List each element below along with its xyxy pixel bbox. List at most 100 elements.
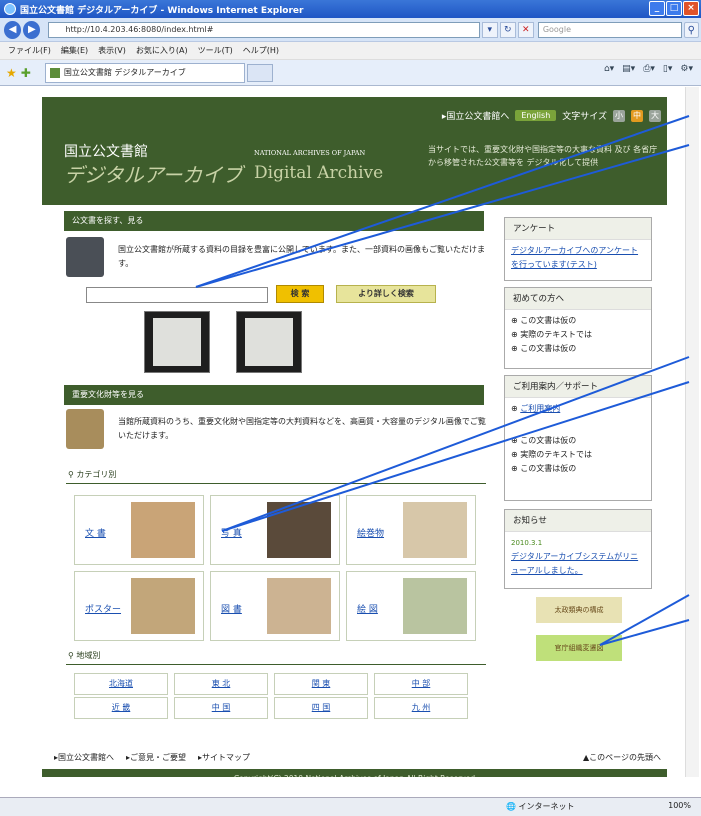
survey-link[interactable]: デジタルアーカイブへのアンケートを行っています(テスト) (511, 246, 638, 269)
survey-title: アンケート (505, 218, 651, 240)
search-section-title: 公文書を探す、見る (64, 211, 484, 231)
news-box: お知らせ 2010.3.1 デジタルアーカイブシステムがリニューアルしました。 (504, 509, 652, 589)
thumbnail-1[interactable] (144, 311, 210, 373)
region-kanto[interactable]: 関 東 (274, 673, 368, 695)
menu-help[interactable]: ヘルプ(H) (243, 45, 279, 56)
refresh-icon[interactable]: ↻ (499, 21, 516, 38)
web-page: ▸国立公文書館へ English 文字サイズ 小 中 大 国立公文書館 デジタル… (42, 97, 667, 777)
menu-favorites[interactable]: お気に入り(A) (136, 45, 188, 56)
category-label[interactable]: 絵 図 (357, 602, 378, 615)
vertical-scrollbar[interactable] (685, 87, 699, 777)
news-date: 2010.3.1 (511, 539, 543, 547)
guide-link[interactable]: ご利用案内 (520, 404, 560, 413)
maximize-button[interactable]: □ (666, 1, 682, 16)
category-books[interactable]: 図 書 (210, 571, 340, 641)
category-image (131, 502, 195, 558)
category-scrolls[interactable]: 絵巻物 (346, 495, 476, 565)
feeds-icon[interactable]: ▤▾ (622, 64, 635, 74)
region-chubu[interactable]: 中 部 (374, 673, 468, 695)
first-item-3[interactable]: ⊕ この文書は仮の (511, 342, 645, 356)
category-maps[interactable]: 絵 図 (346, 571, 476, 641)
advanced-search-button[interactable]: より詳しく検索 (336, 285, 436, 303)
region-hokkaido[interactable]: 北海道 (74, 673, 168, 695)
stop-icon[interactable]: ✕ (517, 21, 534, 38)
category-image (403, 502, 467, 558)
menu-view[interactable]: 表示(V) (98, 45, 126, 56)
thumbnail-2[interactable] (236, 311, 302, 373)
news-title: お知らせ (505, 510, 651, 532)
region-title: ⚲ 地域別 (68, 651, 101, 660)
category-title: ⚲ カテゴリ別 (68, 470, 117, 479)
search-section-text: 国立公文書館が所蔵する資料の目録を豊富に公開しています。また、一部資料の画像もご… (118, 245, 485, 268)
survey-box: アンケート デジタルアーカイブへのアンケートを行っています(テスト) (504, 217, 652, 281)
guide-title: ご利用案内／サポート (505, 376, 651, 398)
print-icon[interactable]: ⎙▾ (643, 64, 655, 74)
back-icon[interactable]: ◀ (4, 20, 22, 39)
guide-box: ご利用案内／サポート ⊕ ご利用案内 ⊕ この文書は仮の ⊕ 実際のテキストでは… (504, 375, 652, 501)
document-icon (66, 237, 104, 277)
category-photos[interactable]: 写 真 (210, 495, 340, 565)
guide-item-1[interactable]: ⊕ この文書は仮の (511, 434, 645, 448)
favorites-star-icon[interactable]: ★ (6, 66, 17, 80)
internet-zone: 🌐 インターネット (506, 802, 575, 811)
logo-jp-line2: デジタルアーカイブ (64, 163, 243, 187)
category-posters[interactable]: ポスター (74, 571, 204, 641)
first-item-2[interactable]: ⊕ 実際のテキストでは (511, 328, 645, 342)
fontsize-small-button[interactable]: 小 (613, 109, 625, 122)
browser-search-input[interactable]: Google (537, 21, 682, 38)
browser-tab[interactable]: 国立公文書館 デジタルアーカイブ (44, 62, 245, 83)
forward-icon[interactable]: ▶ (23, 20, 41, 39)
news-link[interactable]: デジタルアーカイブシステムがリニューアルしました。 (511, 552, 638, 575)
menu-edit[interactable]: 編集(E) (61, 45, 88, 56)
new-tab-button[interactable] (246, 63, 273, 82)
footer-sitemap-link[interactable]: ▸サイトマップ (198, 752, 250, 763)
footer-archives-link[interactable]: ▸国立公文書館へ (54, 752, 114, 763)
page-top-link[interactable]: ▲このページの先頭へ (583, 752, 661, 763)
category-image (403, 578, 467, 634)
culture-section-text: 当館所蔵資料のうち、重要文化財や国指定等の大判資料などを、高画質・大容量のデジタ… (118, 417, 486, 440)
copyright-bar: Copyright(C) 2010 National Archives of J… (42, 769, 667, 777)
category-label[interactable]: 絵巻物 (357, 526, 384, 539)
category-label[interactable]: 写 真 (221, 526, 242, 539)
footer-links: ▸国立公文書館へ ▸ご意見・ご要望 ▸サイトマップ (54, 752, 250, 763)
english-button[interactable]: English (515, 110, 557, 121)
region-kinki[interactable]: 近 畿 (74, 697, 168, 719)
tools-icon[interactable]: ⚙▾ (680, 64, 693, 74)
category-label[interactable]: 図 書 (221, 602, 242, 615)
search-icon[interactable]: ⚲ (683, 21, 699, 38)
category-label[interactable]: 文 書 (85, 526, 106, 539)
minimize-button[interactable]: _ (649, 1, 665, 16)
header-archives-link[interactable]: ▸国立公文書館へ (442, 109, 510, 122)
add-favorites-icon[interactable]: ✚ (21, 66, 31, 80)
zoom-level[interactable]: 100% (668, 801, 691, 810)
fontsize-label: 文字サイズ (562, 112, 607, 122)
fontsize-large-button[interactable]: 大 (649, 109, 661, 122)
region-shikoku[interactable]: 四 国 (274, 697, 368, 719)
site-header: ▸国立公文書館へ English 文字サイズ 小 中 大 国立公文書館 デジタル… (42, 97, 667, 205)
menu-file[interactable]: ファイル(F) (8, 45, 51, 56)
guide-item-3[interactable]: ⊕ この文書は仮の (511, 462, 645, 476)
region-chugoku[interactable]: 中 国 (174, 697, 268, 719)
menu-tools[interactable]: ツール(T) (198, 45, 233, 56)
region-kyushu[interactable]: 九 州 (374, 697, 468, 719)
first-time-title: 初めての方へ (505, 288, 651, 310)
menu-bar: ファイル(F) 編集(E) 表示(V) お気に入り(A) ツール(T) ヘルプ(… (0, 42, 701, 60)
category-label[interactable]: ポスター (85, 602, 121, 615)
dropdown-icon[interactable]: ▾ (481, 21, 498, 38)
region-tohoku[interactable]: 東 北 (174, 673, 268, 695)
home-icon[interactable]: ⌂▾ (604, 64, 614, 74)
dajoruiten-banner[interactable]: 太政類典の構成 (536, 597, 622, 623)
browser-viewport: ▸国立公文書館へ English 文字サイズ 小 中 大 国立公文書館 デジタル… (0, 87, 701, 777)
search-button[interactable]: 検 索 (276, 285, 324, 303)
footer-feedback-link[interactable]: ▸ご意見・ご要望 (126, 752, 186, 763)
url-field[interactable]: http://10.4.203.46:8080/index.html# (48, 21, 480, 38)
first-item-1[interactable]: ⊕ この文書は仮の (511, 314, 645, 328)
close-button[interactable]: × (683, 1, 699, 16)
first-time-box: 初めての方へ ⊕ この文書は仮の ⊕ 実際のテキストでは ⊕ この文書は仮の (504, 287, 652, 369)
guide-item-2[interactable]: ⊕ 実際のテキストでは (511, 448, 645, 462)
search-input[interactable] (86, 287, 268, 303)
category-documents[interactable]: 文 書 (74, 495, 204, 565)
fontsize-medium-button[interactable]: 中 (631, 109, 643, 122)
ministry-history-banner[interactable]: 官庁組織変遷図 (536, 635, 622, 661)
page-icon[interactable]: ▯▾ (663, 64, 672, 74)
